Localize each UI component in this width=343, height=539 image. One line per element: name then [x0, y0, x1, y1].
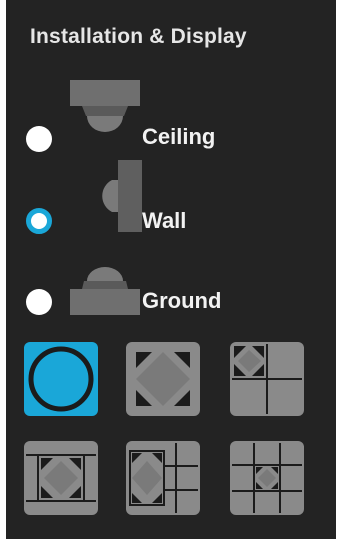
ceiling-label: Ceiling — [142, 124, 216, 149]
mount-option-ground[interactable]: Ground — [6, 255, 336, 325]
panel-title: Installation & Display — [30, 25, 247, 48]
display-mode-panorama[interactable] — [126, 342, 200, 416]
quad-view-icon — [232, 344, 302, 414]
center-split-view-icon — [26, 454, 96, 502]
ground-radio[interactable] — [26, 289, 52, 315]
wall-mount-camera-icon — [102, 160, 142, 232]
side-split-view-icon — [129, 443, 198, 513]
display-mode-grid-split[interactable] — [230, 441, 304, 515]
wall-radio[interactable] — [26, 208, 52, 234]
ground-label: Ground — [142, 288, 222, 313]
panorama-expand-icon — [136, 352, 190, 406]
grid-split-view-icon — [232, 443, 302, 513]
display-mode-quad[interactable] — [230, 342, 304, 416]
ground-mount-camera-icon — [70, 267, 140, 315]
display-mode-side-split[interactable] — [126, 441, 200, 515]
ceiling-mount-camera-icon — [70, 80, 140, 132]
wall-label: Wall — [142, 208, 187, 233]
display-mode-center-split[interactable] — [24, 441, 98, 515]
mount-option-wall[interactable]: Wall — [6, 156, 336, 234]
mount-option-ceiling[interactable]: Ceiling — [6, 72, 336, 152]
installation-display-panel: Installation & Display Ceiling Wall Grou… — [6, 0, 336, 539]
display-mode-fisheye[interactable] — [24, 342, 98, 416]
fisheye-circle-icon — [28, 346, 94, 412]
ceiling-radio[interactable] — [26, 126, 52, 152]
